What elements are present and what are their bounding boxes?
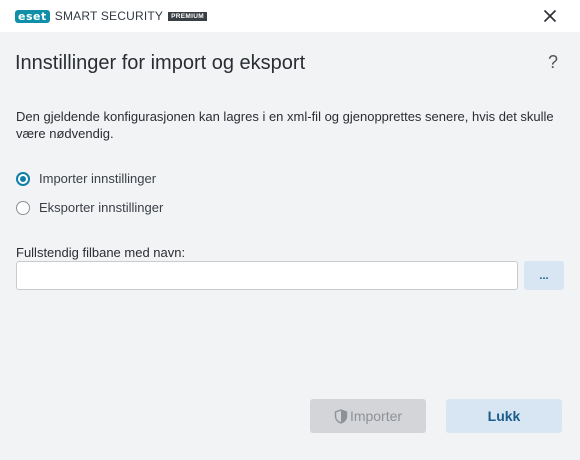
radio-button-checked[interactable]	[16, 171, 30, 186]
window-close-button[interactable]	[540, 6, 560, 26]
eset-logo: eset	[15, 9, 50, 23]
edition-badge: PREMIUM	[168, 11, 207, 21]
close-icon	[543, 9, 557, 23]
import-button[interactable]: Importer	[310, 399, 426, 433]
radio-button-unchecked[interactable]	[16, 200, 30, 215]
close-dialog-button[interactable]: Lukk	[446, 399, 562, 433]
product-name: SMART SECURITY	[54, 9, 164, 23]
title-bar: eset SMART SECURITY PREMIUM	[0, 0, 580, 32]
import-button-label: Importer	[349, 408, 403, 424]
brand: eset SMART SECURITY PREMIUM	[15, 8, 207, 24]
file-path-label: Fullstendig filbane med navn:	[16, 245, 186, 260]
page-title: Innstillinger for import og eksport	[15, 52, 306, 74]
dialog-content: Innstillinger for import og eksport ? De…	[0, 32, 580, 460]
radio-label: Eksporter innstillinger	[39, 200, 164, 215]
browse-button[interactable]: ...	[524, 261, 564, 290]
radio-import-settings[interactable]: Importer innstillinger	[16, 171, 156, 186]
radio-export-settings[interactable]: Eksporter innstillinger	[16, 200, 163, 215]
file-path-input[interactable]	[16, 261, 518, 290]
description-text: Den gjeldende konfigurasjonen kan lagres…	[16, 109, 554, 141]
radio-label: Importer innstillinger	[39, 171, 157, 186]
help-button[interactable]: ?	[548, 52, 558, 73]
shield-icon	[334, 408, 348, 424]
